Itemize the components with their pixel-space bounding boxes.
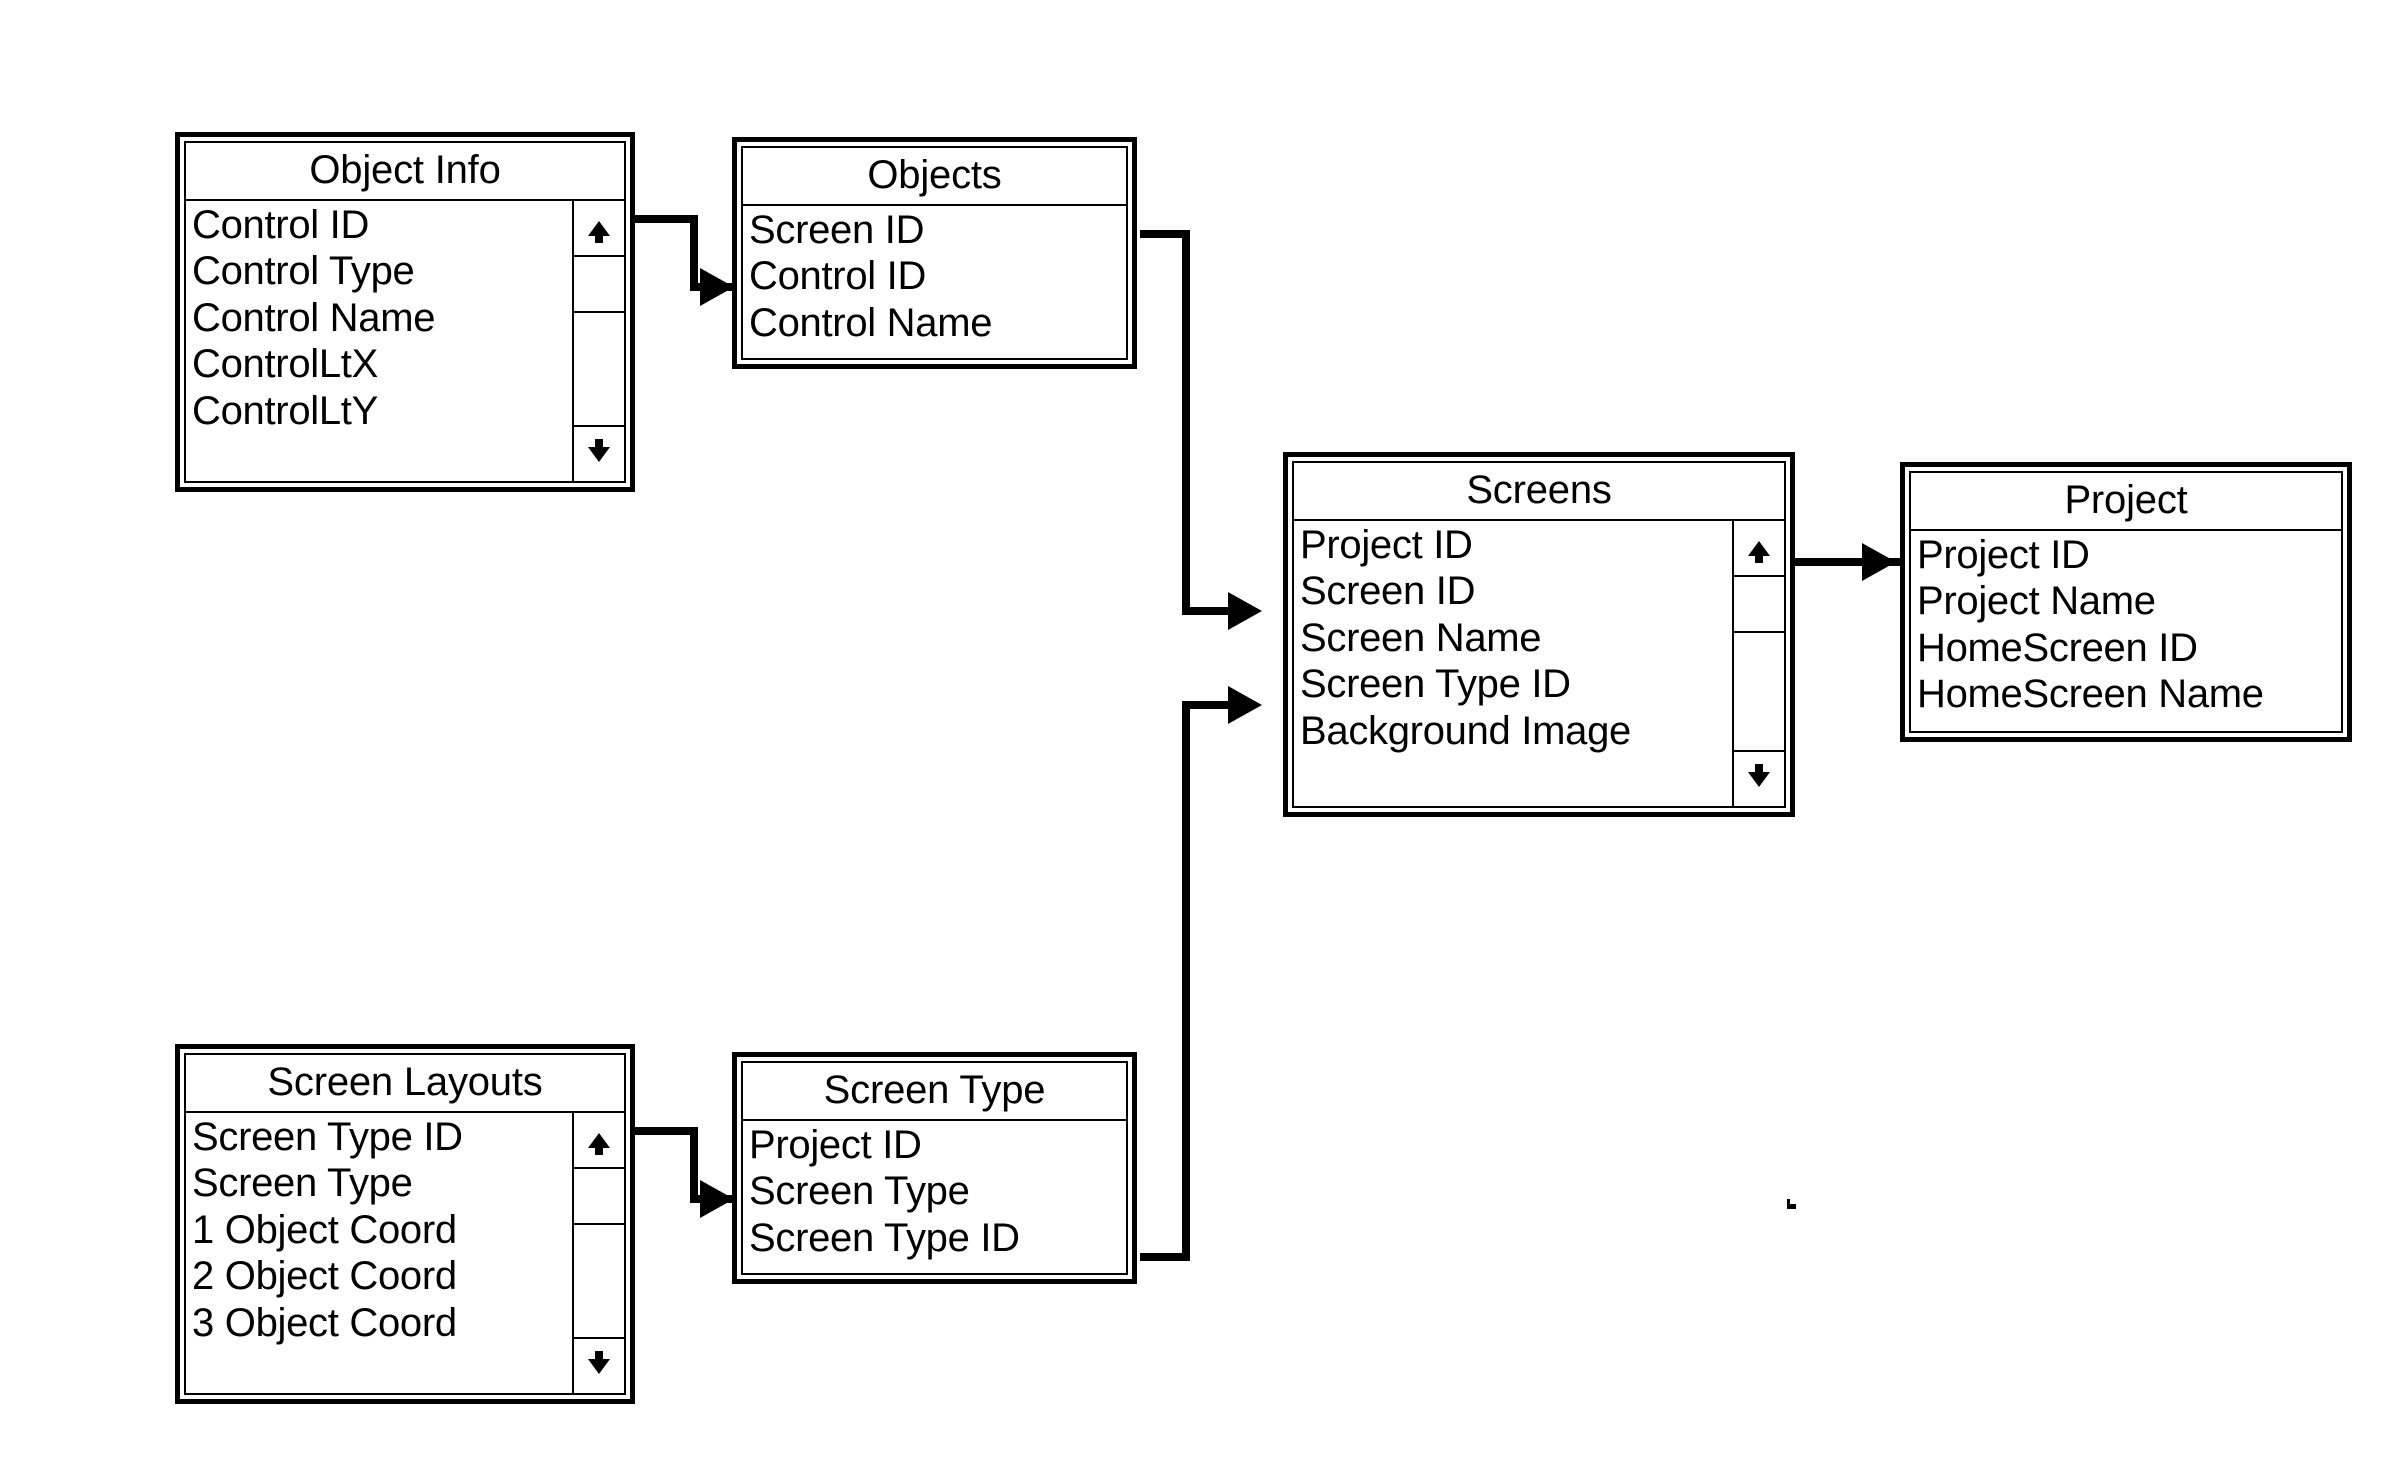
connector-screen-layouts-to-screen-type-segment-1 xyxy=(634,1127,698,1135)
field-item: Screen Name xyxy=(1300,615,1542,660)
scrollbar-screens[interactable] xyxy=(1732,521,1784,806)
connector-object-info-to-objects-segment-2 xyxy=(690,215,698,291)
entity-title-screen-layouts: Screen Layouts xyxy=(186,1055,624,1113)
entity-title-screen-type: Screen Type xyxy=(743,1063,1126,1121)
field-list-project: Project ID Project Name HomeScreen ID Ho… xyxy=(1911,531,2341,731)
field-list-object-info: Control ID Control Type Control Name Con… xyxy=(186,201,572,481)
field-list-screen-layouts: Screen Type ID Screen Type 1 Object Coor… xyxy=(186,1113,572,1393)
scroll-down-arrow-icon[interactable] xyxy=(1734,750,1784,806)
field-item: Project ID xyxy=(1917,533,2090,577)
scroll-up-arrow-icon[interactable] xyxy=(1734,521,1784,577)
field-item: ControlLtY xyxy=(192,388,378,433)
entity-title-objects: Objects xyxy=(743,148,1126,206)
scrollbar-object-info[interactable] xyxy=(572,201,624,481)
scroll-down-arrow-icon[interactable] xyxy=(574,1337,624,1393)
scan-artifact xyxy=(1787,1199,1790,1205)
field-item: Screen ID xyxy=(749,208,925,252)
diagram-canvas: Object Info Control ID Control Type Cont… xyxy=(0,0,2395,1473)
entity-screen-type[interactable]: Screen Type Project ID Screen Type Scree… xyxy=(732,1052,1141,1288)
field-item: HomeScreen Name xyxy=(1917,672,2264,717)
field-item: 1 Object Coord xyxy=(192,1207,457,1252)
connector-screen-type-to-screens-segment-2 xyxy=(1182,701,1190,1261)
field-item: Screen Type ID xyxy=(192,1115,463,1159)
field-item: 2 Object Coord xyxy=(192,1254,457,1299)
field-item: Screen ID xyxy=(1300,569,1476,614)
field-item: Screen Type xyxy=(192,1161,413,1206)
entity-screen-layouts[interactable]: Screen Layouts Screen Type ID Screen Typ… xyxy=(175,1044,639,1408)
field-item: Screen Type ID xyxy=(1300,662,1571,707)
field-item: Screen Type xyxy=(749,1169,970,1214)
field-item: Screen Type ID xyxy=(749,1215,1020,1260)
arrowhead-screen-layouts-to-screen-type xyxy=(700,1180,734,1218)
connector-objects-to-screens-segment-2 xyxy=(1182,230,1190,615)
field-item: HomeScreen ID xyxy=(1917,625,2198,670)
entity-project[interactable]: Project Project ID Project Name HomeScre… xyxy=(1900,462,2356,746)
arrowhead-screens-to-project xyxy=(1862,543,1896,581)
entity-title-object-info: Object Info xyxy=(186,143,624,201)
field-item: Project ID xyxy=(749,1123,922,1167)
entity-objects[interactable]: Objects Screen ID Control ID Control Nam… xyxy=(732,137,1141,373)
scrollbar-track[interactable] xyxy=(574,1225,624,1337)
entity-title-project: Project xyxy=(1911,473,2341,531)
field-item: Control Name xyxy=(192,295,436,340)
field-item: Control Type xyxy=(192,249,415,294)
entity-screens[interactable]: Screens Project ID Screen ID Screen Name… xyxy=(1283,452,1799,821)
arrowhead-screen-type-to-screens xyxy=(1228,686,1262,724)
scrollbar-thumb[interactable] xyxy=(574,1169,624,1225)
field-item: 3 Object Coord xyxy=(192,1300,457,1345)
field-list-screens: Project ID Screen ID Screen Name Screen … xyxy=(1294,521,1732,806)
scrollbar-thumb[interactable] xyxy=(574,257,624,313)
connector-object-info-to-objects-segment-1 xyxy=(634,215,698,223)
scroll-up-arrow-icon[interactable] xyxy=(574,1113,624,1169)
field-item: ControlLtX xyxy=(192,342,378,387)
field-item: Project Name xyxy=(1917,579,2156,624)
entity-title-screens: Screens xyxy=(1294,463,1784,521)
scrollbar-track[interactable] xyxy=(574,313,624,425)
field-item: Project ID xyxy=(1300,523,1473,567)
scrollbar-track[interactable] xyxy=(1734,633,1784,750)
scroll-down-arrow-icon[interactable] xyxy=(574,425,624,481)
field-item: Control ID xyxy=(192,203,370,247)
entity-object-info[interactable]: Object Info Control ID Control Type Cont… xyxy=(175,132,639,496)
arrowhead-objects-to-screens xyxy=(1228,592,1262,630)
scrollbar-screen-layouts[interactable] xyxy=(572,1113,624,1393)
connector-screen-layouts-to-screen-type-segment-2 xyxy=(690,1127,698,1203)
field-item: Control ID xyxy=(749,254,927,299)
arrowhead-object-info-to-objects xyxy=(700,268,734,306)
field-list-objects: Screen ID Control ID Control Name xyxy=(743,206,1126,358)
scroll-up-arrow-icon[interactable] xyxy=(574,201,624,257)
field-item: Background Image xyxy=(1300,708,1631,753)
scrollbar-thumb[interactable] xyxy=(1734,577,1784,633)
field-item: Control Name xyxy=(749,300,993,345)
field-list-screen-type: Project ID Screen Type Screen Type ID xyxy=(743,1121,1126,1273)
